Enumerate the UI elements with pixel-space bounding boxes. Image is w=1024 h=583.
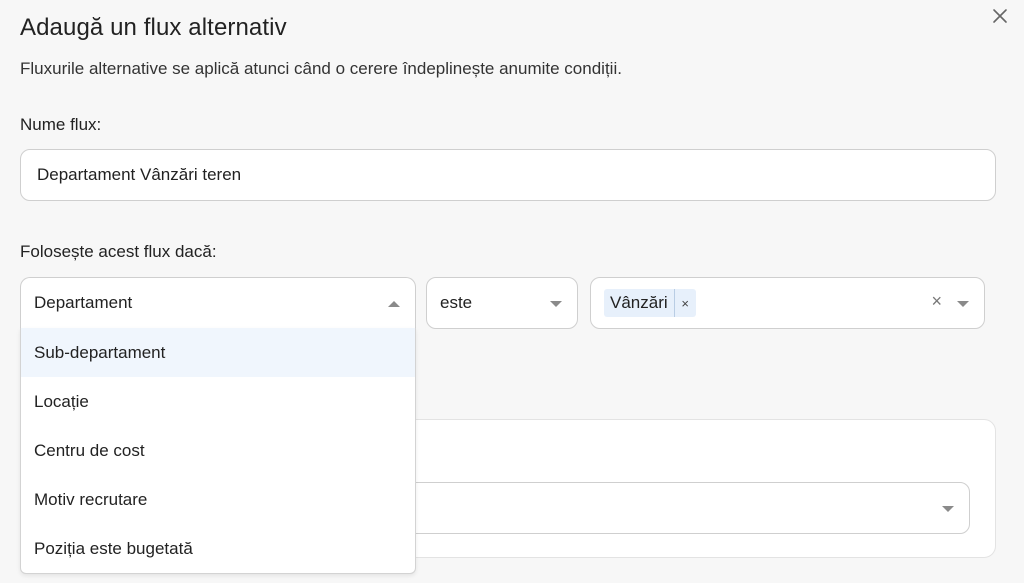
condition-field-value: Departament	[34, 293, 133, 312]
dialog-title: Adaugă un flux alternativ	[20, 14, 287, 41]
dropdown-option[interactable]: Centru de cost	[21, 426, 415, 475]
chevron-down-icon	[957, 301, 969, 307]
dropdown-option[interactable]: Motiv recrutare	[21, 475, 415, 524]
value-tag: Vânzări ×	[604, 289, 696, 317]
condition-operator-select[interactable]: este	[426, 277, 578, 329]
chevron-down-icon	[942, 506, 954, 512]
condition-field-dropdown: Sub-departament Locație Centru de cost M…	[20, 328, 416, 574]
condition-operator-value: este	[440, 293, 473, 312]
dropdown-option[interactable]: Locație	[21, 377, 415, 426]
value-tag-label: Vânzări	[610, 293, 668, 312]
condition-value-select[interactable]: Vânzări × ×	[590, 277, 985, 329]
close-icon	[993, 9, 1007, 23]
chevron-up-icon	[388, 301, 400, 307]
chevron-down-icon	[550, 301, 562, 307]
background-select[interactable]	[395, 482, 970, 534]
dropdown-option[interactable]: Sub-departament	[21, 328, 415, 377]
close-button[interactable]	[988, 4, 1012, 28]
flow-name-label: Nume flux:	[20, 115, 102, 134]
tag-remove-icon[interactable]: ×	[673, 289, 696, 317]
clear-icon[interactable]: ×	[931, 291, 942, 312]
flow-name-input[interactable]	[20, 149, 996, 201]
dropdown-option[interactable]: Poziția este bugetată	[21, 524, 415, 573]
dialog-subtitle: Fluxurile alternative se aplică atunci c…	[20, 59, 622, 78]
condition-label: Folosește acest flux dacă:	[20, 242, 217, 261]
condition-field-select[interactable]: Departament	[20, 277, 416, 329]
